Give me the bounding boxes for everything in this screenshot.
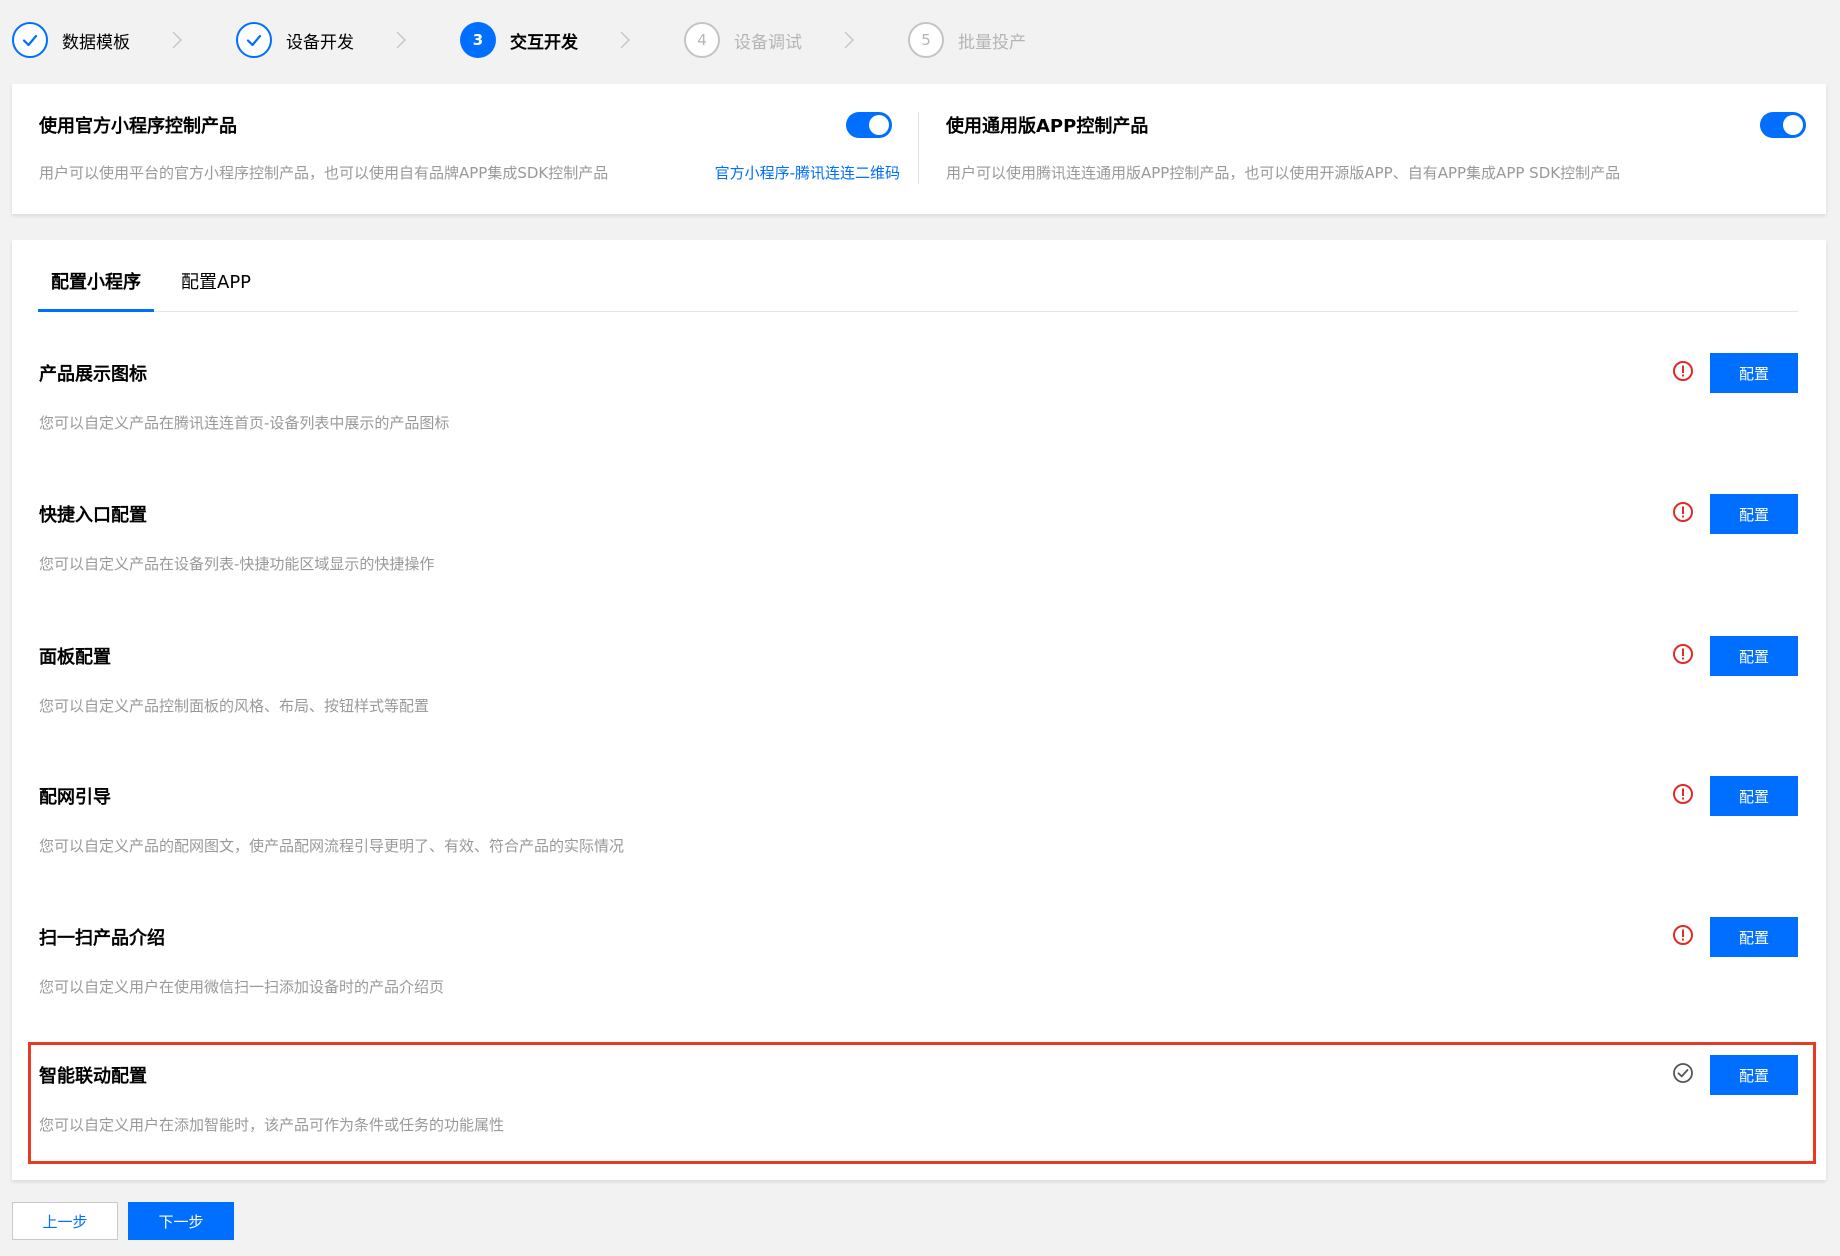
chevron-right-icon (844, 31, 855, 49)
config-tabs: 配置小程序 配置APP (38, 268, 1798, 312)
config-item-title: 配网引导 (39, 787, 111, 808)
mini-program-option: 使用官方小程序控制产品 用户可以使用平台的官方小程序控制产品，也可以使用自有品牌… (12, 84, 912, 214)
configure-button[interactable]: 配置 (1710, 636, 1798, 676)
mini-program-title: 使用官方小程序控制产品 (39, 116, 237, 137)
check-circle-icon (1673, 1063, 1693, 1083)
app-toggle[interactable] (1760, 112, 1806, 138)
warning-icon (1673, 925, 1693, 945)
config-item-network-guide: 配网引导 您可以自定义产品的配网图文，使产品配网流程引导更明了、有效、符合产品的… (12, 763, 1826, 883)
config-item-title: 快捷入口配置 (39, 505, 147, 526)
check-icon (12, 22, 48, 58)
config-item-shortcut: 快捷入口配置 您可以自定义产品在设备列表-快捷功能区域显示的快捷操作 配置 (12, 481, 1826, 601)
step-label: 设备调试 (734, 32, 802, 53)
step-label: 设备开发 (286, 32, 354, 53)
config-item-description: 您可以自定义产品在腾讯连连首页-设备列表中展示的产品图标 (39, 414, 450, 432)
app-option: 使用通用版APP控制产品 用户可以使用腾讯连连通用版APP控制产品，也可以使用开… (919, 84, 1826, 214)
step-label: 交互开发 (510, 32, 578, 53)
step-data-template: 数据模板 (12, 22, 236, 58)
step-label: 数据模板 (62, 32, 130, 53)
step-number: 3 (460, 22, 496, 58)
config-item-scan-intro: 扫一扫产品介绍 您可以自定义用户在使用微信扫一扫添加设备时的产品介绍页 配置 (12, 904, 1826, 1024)
config-item-description: 您可以自定义产品的配网图文，使产品配网流程引导更明了、有效、符合产品的实际情况 (39, 837, 625, 855)
configure-button[interactable]: 配置 (1710, 1055, 1798, 1095)
step-label: 批量投产 (958, 32, 1026, 53)
config-item-description: 您可以自定义用户在使用微信扫一扫添加设备时的产品介绍页 (39, 978, 445, 996)
config-item-description: 您可以自定义用户在添加智能时，该产品可作为条件或任务的功能属性 (39, 1116, 505, 1134)
config-item-description: 您可以自定义产品控制面板的风格、布局、按钮样式等配置 (39, 697, 430, 715)
chevron-right-icon (620, 31, 631, 49)
step-device-debug: 4 设备调试 (684, 22, 908, 58)
check-icon (236, 22, 272, 58)
chevron-right-icon (172, 31, 183, 49)
next-step-button[interactable]: 下一步 (128, 1202, 234, 1240)
mini-program-toggle[interactable] (846, 112, 892, 138)
mini-program-qrcode-link[interactable]: 官方小程序-腾讯连连二维码 (715, 162, 900, 183)
warning-icon (1673, 644, 1693, 664)
app-title: 使用通用版APP控制产品 (946, 116, 1149, 137)
config-item-description: 您可以自定义产品在设备列表-快捷功能区域显示的快捷操作 (39, 555, 435, 573)
config-item-title: 面板配置 (39, 647, 111, 668)
step-number: 4 (684, 22, 720, 58)
control-options-card: 使用官方小程序控制产品 用户可以使用平台的官方小程序控制产品，也可以使用自有品牌… (12, 84, 1826, 214)
steps-bar: 数据模板 设备开发 3 交互开发 4 设备调试 5 批量投产 (12, 18, 1132, 62)
app-description: 用户可以使用腾讯连连通用版APP控制产品，也可以使用开源版APP、自有APP集成… (946, 164, 1621, 182)
config-item-title: 扫一扫产品介绍 (39, 928, 165, 949)
step-interaction-dev: 3 交互开发 (460, 22, 684, 58)
warning-icon (1673, 784, 1693, 804)
toggle-knob (1783, 115, 1803, 135)
tab-app[interactable]: 配置APP (168, 268, 264, 312)
configure-button[interactable]: 配置 (1710, 776, 1798, 816)
configure-button[interactable]: 配置 (1710, 494, 1798, 534)
step-device-dev: 设备开发 (236, 22, 460, 58)
prev-step-button[interactable]: 上一步 (12, 1202, 118, 1240)
configure-button[interactable]: 配置 (1710, 353, 1798, 393)
toggle-knob (869, 115, 889, 135)
chevron-right-icon (396, 31, 407, 49)
mini-program-description: 用户可以使用平台的官方小程序控制产品，也可以使用自有品牌APP集成SDK控制产品 (39, 164, 609, 182)
tab-mini-program[interactable]: 配置小程序 (38, 268, 154, 312)
step-mass-production: 5 批量投产 (908, 22, 1132, 58)
step-number: 5 (908, 22, 944, 58)
config-card: 配置小程序 配置APP 产品展示图标 您可以自定义产品在腾讯连连首页-设备列表中… (12, 240, 1826, 1180)
config-item-panel: 面板配置 您可以自定义产品控制面板的风格、布局、按钮样式等配置 配置 (12, 623, 1826, 743)
config-item-title: 产品展示图标 (39, 364, 147, 385)
warning-icon (1673, 361, 1693, 381)
configure-button[interactable]: 配置 (1710, 917, 1798, 957)
config-item-title: 智能联动配置 (39, 1066, 147, 1087)
config-item-smart-linkage: 智能联动配置 您可以自定义用户在添加智能时，该产品可作为条件或任务的功能属性 配… (28, 1042, 1816, 1164)
warning-icon (1673, 502, 1693, 522)
config-item-product-icon: 产品展示图标 您可以自定义产品在腾讯连连首页-设备列表中展示的产品图标 配置 (12, 340, 1826, 460)
